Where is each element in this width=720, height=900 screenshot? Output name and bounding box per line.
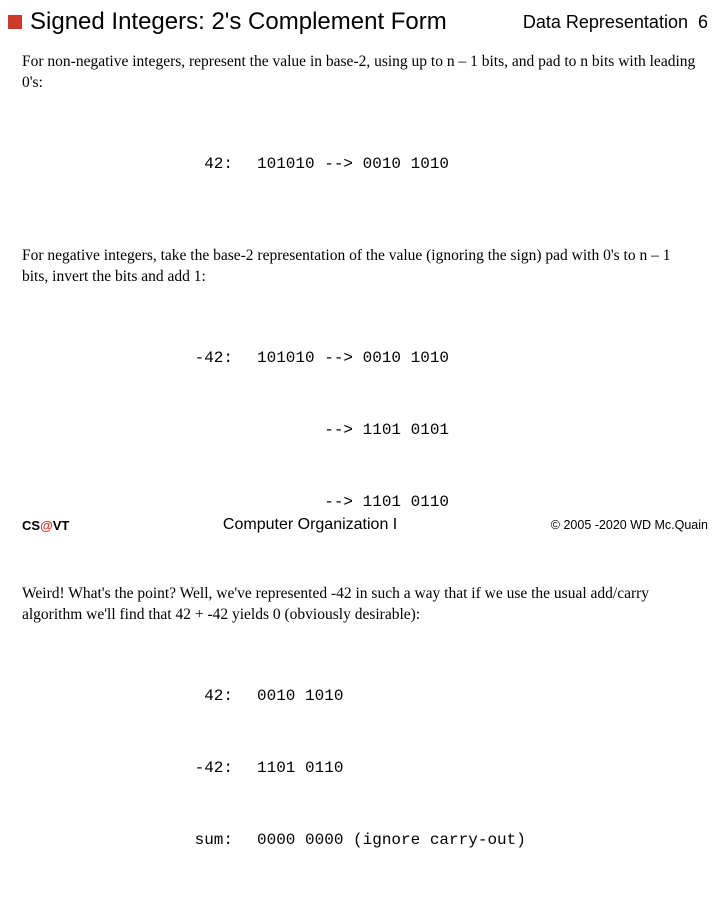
page-number: 6 xyxy=(698,12,708,32)
code-row: 42: 0010 1010 xyxy=(22,684,698,708)
paragraph-neg: For negative integers, take the base-2 r… xyxy=(22,246,698,288)
footer-vt: VT xyxy=(53,518,70,533)
footer-course: Computer Organization I xyxy=(69,516,550,534)
code-value: --> 1101 0110 xyxy=(257,490,698,514)
code-label: -42: xyxy=(22,756,257,780)
code-label: 42: xyxy=(22,152,257,176)
code-row: --> 1101 0110 xyxy=(22,490,698,514)
footer-left: CS@VT xyxy=(22,518,69,533)
footer-cs: CS xyxy=(22,518,40,533)
code-row: sum: 0000 0000 (ignore carry-out) xyxy=(22,828,698,852)
code-value: 101010 --> 0010 1010 xyxy=(257,152,698,176)
code-nonneg: 42: 101010 --> 0010 1010 xyxy=(22,104,698,224)
code-label: -42: xyxy=(22,346,257,370)
slide-footer: CS@VT Computer Organization I © 2005 -20… xyxy=(0,516,720,534)
code-row: -42: 1101 0110 xyxy=(22,756,698,780)
paragraph-sum: Weird! What's the point? Well, we've rep… xyxy=(22,584,698,626)
chapter-label: Data Representation 6 xyxy=(523,12,708,33)
code-row: -42: 101010 --> 0010 1010 xyxy=(22,346,698,370)
code-value: 101010 --> 0010 1010 xyxy=(257,346,698,370)
code-value: 1101 0110 xyxy=(257,756,698,780)
code-row: --> 1101 0101 xyxy=(22,418,698,442)
code-label xyxy=(22,418,257,442)
footer-copyright: © 2005 -2020 WD Mc.Quain xyxy=(551,518,708,532)
slide-content: For non-negative integers, represent the… xyxy=(0,42,720,900)
code-label xyxy=(22,490,257,514)
code-label: 42: xyxy=(22,684,257,708)
code-value: 0000 0000 (ignore carry-out) xyxy=(257,828,698,852)
code-label: sum: xyxy=(22,828,257,852)
slide-title: Signed Integers: 2's Complement Form xyxy=(30,8,523,36)
code-value: 0010 1010 xyxy=(257,684,698,708)
header-bullet-icon xyxy=(8,15,22,29)
code-row: 42: 101010 --> 0010 1010 xyxy=(22,152,698,176)
slide-header: Signed Integers: 2's Complement Form Dat… xyxy=(0,0,720,42)
chapter-name: Data Representation xyxy=(523,12,688,32)
footer-at: @ xyxy=(40,518,53,533)
code-value: --> 1101 0101 xyxy=(257,418,698,442)
code-sum: 42: 0010 1010 -42: 1101 0110 sum: 0000 0… xyxy=(22,636,698,900)
paragraph-nonneg: For non-negative integers, represent the… xyxy=(22,52,698,94)
